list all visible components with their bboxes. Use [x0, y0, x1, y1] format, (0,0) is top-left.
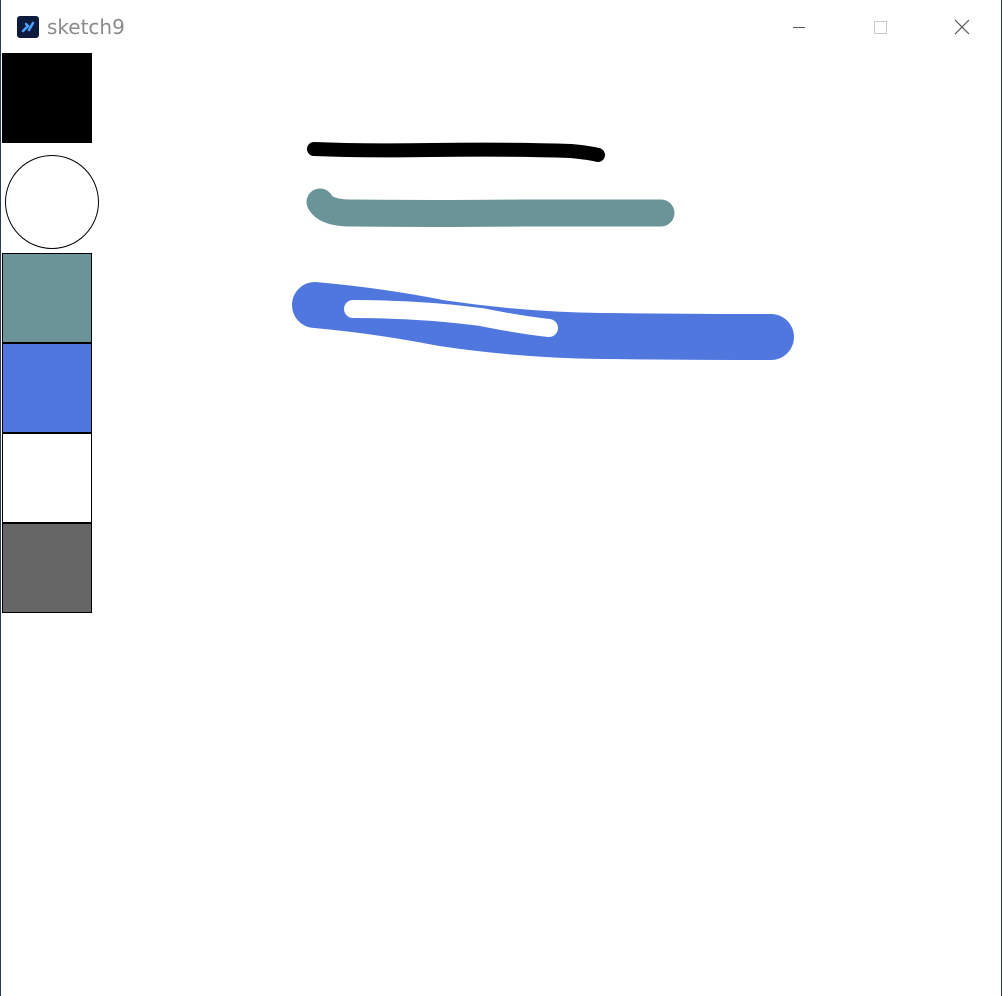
- sketch-window: sketch9: [0, 0, 1002, 996]
- title-bar[interactable]: sketch9: [1, 0, 1001, 53]
- window-title: sketch9: [47, 15, 125, 39]
- swatch-gray[interactable]: [2, 523, 92, 613]
- maximize-icon: [874, 21, 887, 34]
- canvas-drawing: [292, 142, 794, 360]
- minimize-button[interactable]: [759, 0, 839, 53]
- swatch-slate-teal[interactable]: [2, 253, 92, 343]
- black-stroke: [307, 142, 605, 162]
- brush-size-indicator: [5, 155, 99, 249]
- drawing-canvas[interactable]: [101, 53, 1001, 996]
- close-button[interactable]: [921, 0, 1001, 53]
- swatch-royal-blue[interactable]: [2, 343, 92, 433]
- minimize-icon: [793, 27, 805, 28]
- swatch-black[interactable]: [2, 53, 92, 143]
- color-palette: [2, 53, 100, 615]
- app-icon: [17, 16, 39, 38]
- teal-stroke: [306, 188, 675, 227]
- maximize-button[interactable]: [840, 0, 920, 53]
- close-icon: [954, 19, 970, 35]
- swatch-white[interactable]: [2, 433, 92, 523]
